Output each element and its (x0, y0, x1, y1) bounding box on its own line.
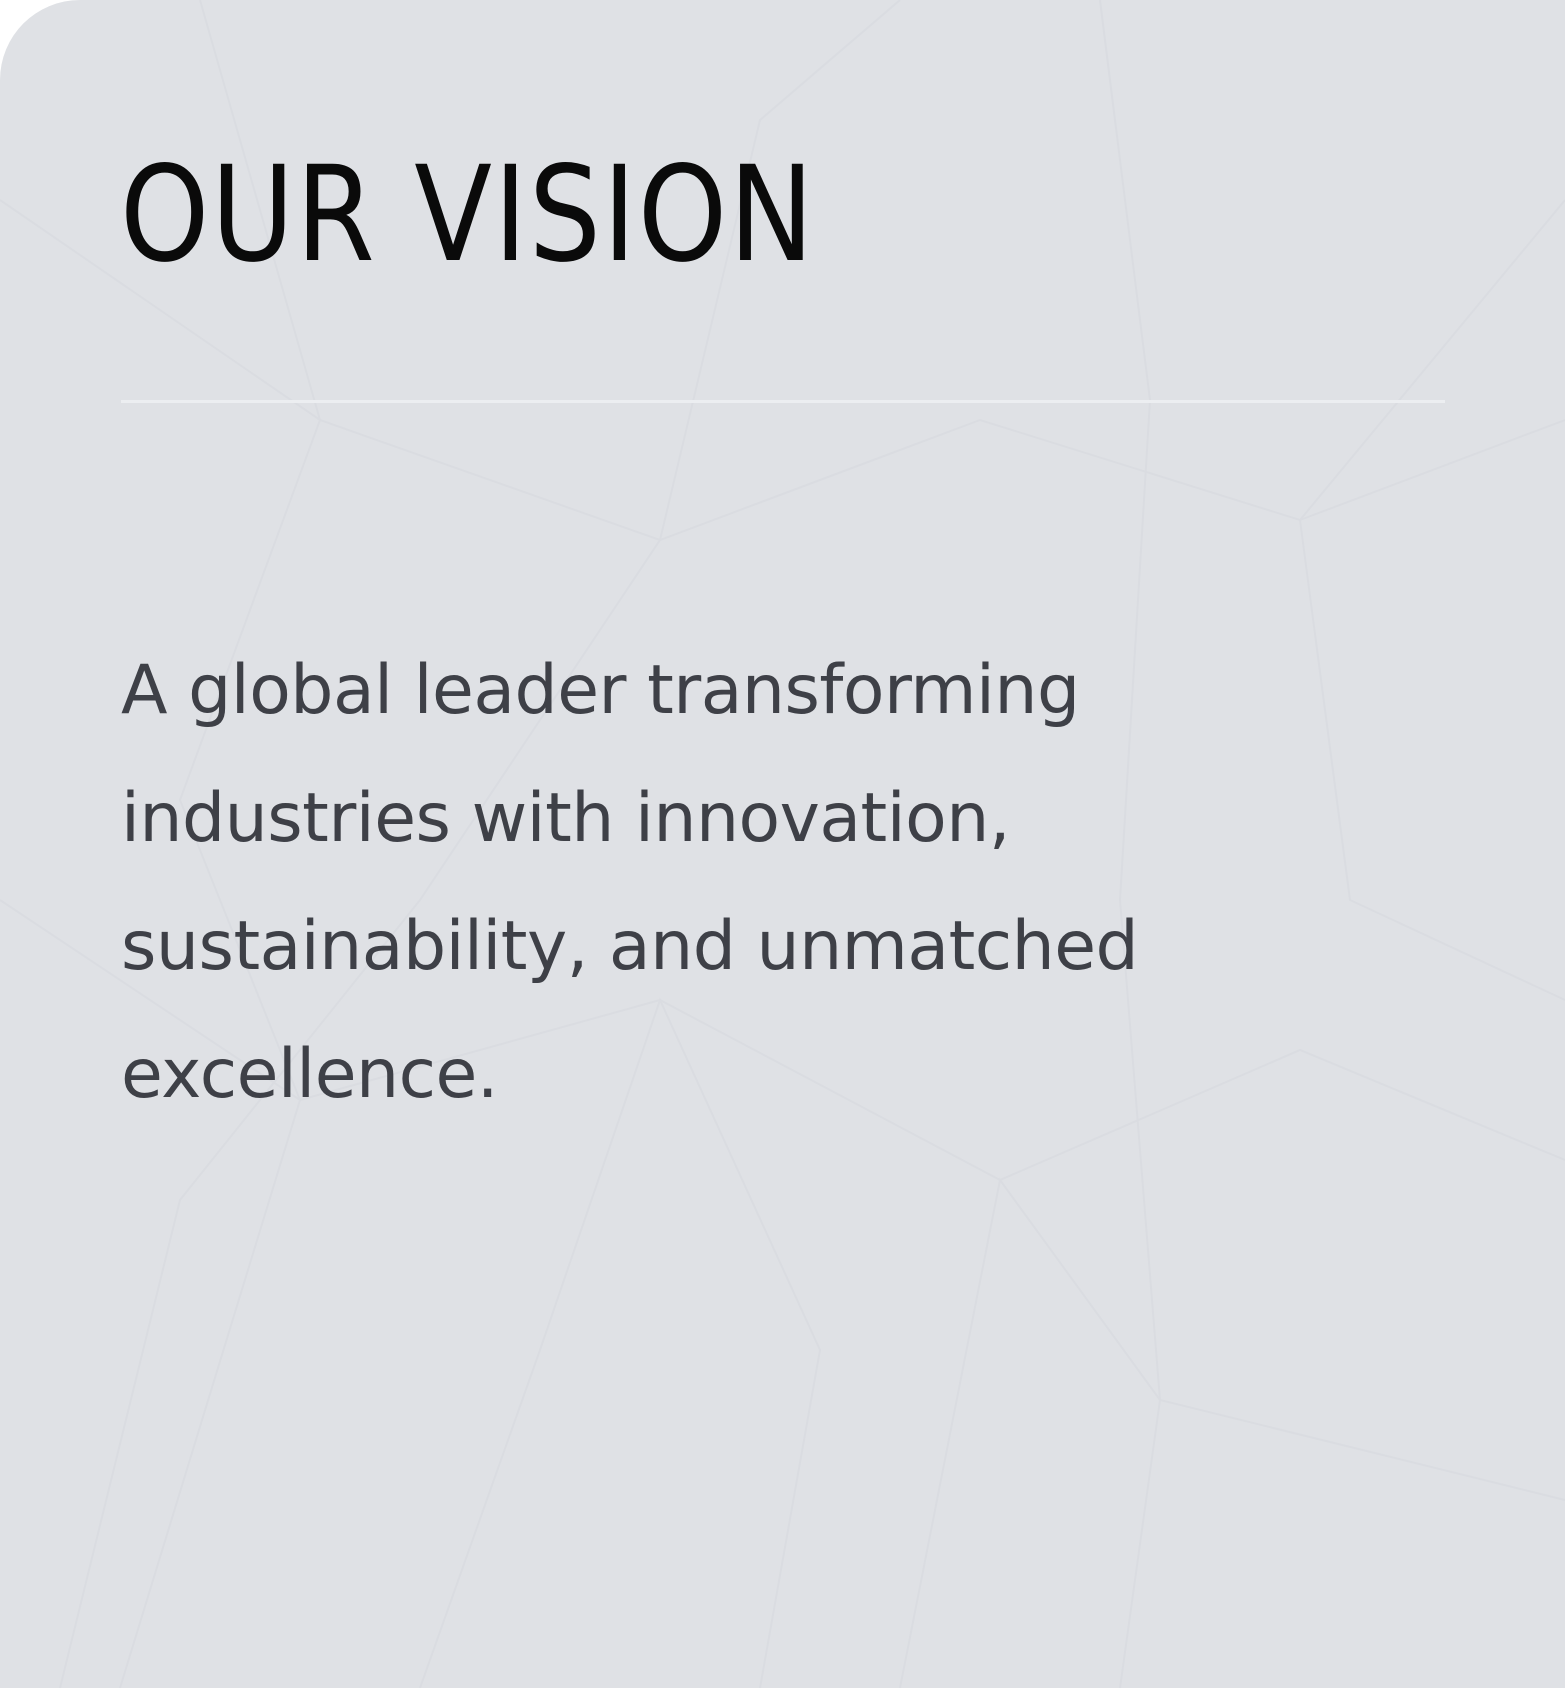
vision-card: OUR VISION A global leader transforming … (0, 0, 1565, 1688)
vision-statement: A global leader transforming industries … (121, 651, 1139, 1114)
section-title: OUR VISION (120, 138, 816, 292)
title-divider (121, 400, 1445, 403)
